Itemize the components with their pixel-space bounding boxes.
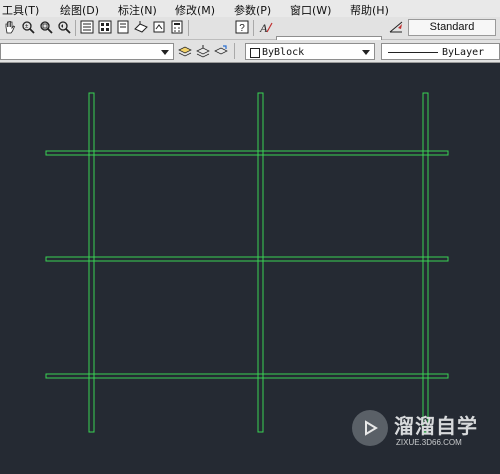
- toolbar-separator: [188, 20, 189, 36]
- menu-help[interactable]: 帮助(H): [350, 2, 389, 18]
- markup-icon[interactable]: [151, 19, 167, 35]
- menu-parametric[interactable]: 参数(P): [234, 2, 271, 18]
- menu-dimension[interactable]: 标注(N): [118, 2, 157, 18]
- help-icon[interactable]: ?: [234, 19, 250, 35]
- vertical-wall-line-1[interactable]: [88, 92, 95, 433]
- layer-properties-icon[interactable]: [177, 43, 193, 59]
- make-current-layer-icon[interactable]: [195, 43, 211, 59]
- watermark-title: 溜溜自学: [394, 414, 478, 438]
- toolbar-separator: [75, 20, 76, 36]
- chevron-down-icon: [161, 50, 169, 55]
- menu-draw[interactable]: 绘图(D): [60, 2, 99, 18]
- horizontal-wall-line-3[interactable]: [45, 373, 449, 379]
- play-logo-icon: [352, 410, 388, 446]
- svg-text:?: ?: [239, 23, 245, 34]
- vertical-wall-line-3[interactable]: [422, 92, 429, 433]
- linetype-dropdown[interactable]: ByLayer: [381, 43, 500, 60]
- zoom-window-icon[interactable]: [38, 19, 54, 35]
- text-style-icon[interactable]: A: [258, 19, 274, 35]
- color-value: ByBlock: [262, 47, 305, 58]
- linetype-value: ByLayer: [442, 47, 485, 58]
- watermark-url: ZIXUE.3D66.COM: [396, 438, 462, 447]
- vertical-wall-line-2[interactable]: [257, 92, 264, 433]
- layer-previous-icon[interactable]: [213, 43, 229, 59]
- calculator-icon[interactable]: [169, 19, 185, 35]
- design-center-icon[interactable]: [97, 19, 113, 35]
- pan-icon[interactable]: [2, 19, 18, 35]
- sheet-set-icon[interactable]: [133, 19, 149, 35]
- svg-text:A: A: [259, 21, 268, 34]
- layer-dropdown[interactable]: [0, 43, 174, 60]
- properties-toolbar: ByBlock ByLayer: [0, 40, 500, 63]
- menu-tools[interactable]: 工具(T): [2, 2, 39, 18]
- color-dropdown[interactable]: ByBlock: [245, 43, 375, 60]
- menu-modify[interactable]: 修改(M): [175, 2, 215, 18]
- horizontal-wall-line-1[interactable]: [45, 150, 449, 156]
- horizontal-wall-line-2[interactable]: [45, 256, 449, 262]
- menu-window[interactable]: 窗口(W): [290, 2, 331, 18]
- properties-icon[interactable]: [79, 19, 95, 35]
- watermark: 溜溜自学 ZIXUE.3D66.COM: [352, 406, 477, 452]
- menu-bar: 工具(T) 绘图(D) 标注(N) 修改(M) 参数(P) 窗口(W) 帮助(H…: [0, 0, 500, 18]
- color-swatch: [250, 48, 260, 58]
- zoom-previous-icon[interactable]: [56, 19, 72, 35]
- linetype-preview: [388, 52, 438, 53]
- toolbar-separator: [253, 20, 254, 36]
- toolbar-separator: [234, 43, 235, 59]
- chevron-down-icon: [362, 50, 370, 55]
- tool-palettes-icon[interactable]: [115, 19, 131, 35]
- dim-style-icon[interactable]: [388, 19, 404, 35]
- zoom-realtime-icon[interactable]: ±: [20, 19, 36, 35]
- standard-toolbar: ± ? A PC_TEXTSTYLE Standard: [0, 17, 500, 53]
- dim-style-standard[interactable]: Standard: [408, 19, 496, 36]
